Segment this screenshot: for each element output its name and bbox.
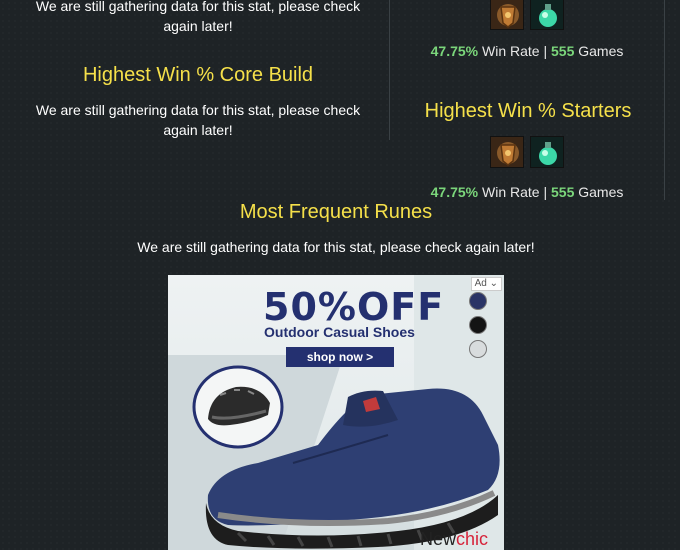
stat-separator: | bbox=[543, 43, 548, 59]
ad-subline: Outdoor Casual Shoes bbox=[264, 324, 415, 340]
brand-part-a: New bbox=[420, 529, 457, 549]
item-icon-shield[interactable] bbox=[490, 0, 524, 30]
chevron-down-icon: ⌄ bbox=[489, 278, 498, 289]
stat-separator: | bbox=[543, 184, 548, 200]
games-value: 555 bbox=[551, 43, 575, 59]
runes-message: We are still gathering data for this sta… bbox=[137, 239, 535, 255]
color-swatch-navy[interactable] bbox=[469, 292, 487, 310]
potion-icon[interactable] bbox=[530, 0, 564, 30]
runes-heading: Most Frequent Runes bbox=[239, 201, 433, 223]
color-swatch-grey[interactable] bbox=[469, 340, 487, 358]
color-swatch-black[interactable] bbox=[469, 316, 487, 334]
win-rate-value: 47.75% bbox=[430, 43, 479, 59]
item-icon-shield[interactable] bbox=[490, 136, 524, 168]
shoe-product-image bbox=[205, 388, 500, 549]
core-build-message: We are still gathering data for this sta… bbox=[35, 102, 361, 138]
advertisement-banner[interactable]: 50%OFF Outdoor Casual Shoes shop now > A… bbox=[168, 275, 504, 550]
ad-choices-badge[interactable]: Ad ⌄ bbox=[470, 277, 502, 291]
win-rate-label: Win Rate bbox=[482, 184, 540, 200]
games-label: Games bbox=[578, 184, 624, 200]
top-gathering-message: We are still gathering data for this sta… bbox=[35, 0, 361, 34]
starters-heading: Highest Win % Starters bbox=[424, 100, 632, 122]
core-build-heading: Highest Win % Core Build bbox=[82, 64, 314, 86]
ad-brand-logo: Newchic bbox=[420, 529, 488, 550]
starters-win-rate-stat: 47.75% Win Rate | 555 Games bbox=[390, 184, 664, 200]
ad-headline: 50%OFF bbox=[263, 285, 445, 329]
shop-now-button[interactable]: shop now > bbox=[286, 347, 394, 367]
games-value: 555 bbox=[551, 184, 575, 200]
potion-icon[interactable] bbox=[530, 136, 564, 168]
brand-part-b: chic bbox=[456, 529, 489, 549]
win-rate-label: Win Rate bbox=[482, 43, 540, 59]
win-rate-value: 47.75% bbox=[430, 184, 479, 200]
games-label: Games bbox=[578, 43, 624, 59]
ad-badge-label: Ad bbox=[474, 278, 487, 289]
first-win-rate-stat: 47.75% Win Rate | 555 Games bbox=[390, 43, 664, 59]
